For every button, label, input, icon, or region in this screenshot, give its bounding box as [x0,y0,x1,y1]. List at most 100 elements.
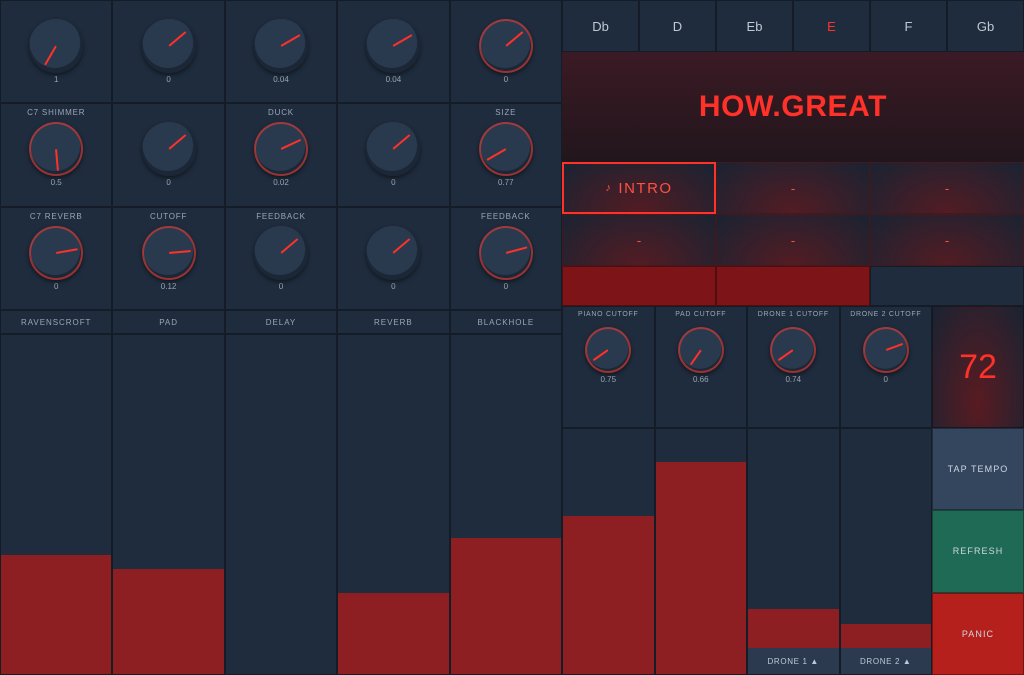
key-E[interactable]: E [793,0,870,52]
knob-cell[interactable]: C7 SHIMMER0.5 [0,103,112,206]
note-icon: ♪ [605,182,612,194]
knob-value: 0 [391,282,395,291]
channel-fader[interactable] [112,334,224,675]
channel-label: REVERB [337,310,449,334]
knob[interactable] [366,122,420,176]
key-D[interactable]: D [639,0,716,52]
key-F[interactable]: F [870,0,947,52]
knob[interactable] [29,122,83,176]
knob[interactable] [479,19,533,73]
section-slot[interactable]: - [716,214,870,266]
channel-label: RAVENSCROFT [0,310,112,334]
knob-value: 1 [54,75,58,84]
knob-value: 0 [54,282,58,291]
song-title: HOW.GREAT [562,52,1024,162]
channel-label: BLACKHOLE [450,310,562,334]
progress-cell [716,266,870,306]
knob-cell[interactable]: 0 [112,0,224,103]
action-buttons: TAP TEMPO REFRESH PANIC [932,428,1024,675]
knob-cell[interactable]: SIZE0.77 [450,103,562,206]
drone-fader[interactable]: DRONE 1 ▲ [747,428,840,675]
knob-label: PIANO CUTOFF [578,311,638,321]
key-Eb[interactable]: Eb [716,0,793,52]
knob-grid: 100.040.040C7 SHIMMER0.50DUCK0.020SIZE0.… [0,0,562,310]
knob[interactable] [142,122,196,176]
section-slot[interactable]: ♪INTRO [562,162,716,214]
knob-cell[interactable]: 0 [337,103,449,206]
channel-labels: RAVENSCROFTPADDELAYREVERBBLACKHOLE [0,310,562,334]
knob[interactable] [254,19,308,73]
knob-value: 0.04 [386,75,402,84]
knob-cell[interactable]: C7 REVERB0 [0,207,112,310]
knob-value: 0 [166,178,170,187]
knob[interactable] [366,19,420,73]
knob[interactable] [863,327,909,373]
knob-cell[interactable]: 0.04 [225,0,337,103]
knob-cell[interactable]: 1 [0,0,112,103]
knob[interactable] [770,327,816,373]
key-Db[interactable]: Db [562,0,639,52]
knob-value: 0 [166,75,170,84]
knob-value: 0.66 [693,375,709,384]
knob[interactable] [585,327,631,373]
knob-value: 0.12 [161,282,177,291]
knob[interactable] [142,226,196,280]
knob-value: 0.5 [51,178,62,187]
knob-value: 0.75 [600,375,616,384]
cutoff-cell[interactable]: DRONE 2 CUTOFF0 [840,306,933,428]
fader-caption[interactable]: DRONE 2 ▲ [841,648,932,674]
knob-cell[interactable]: 0 [450,0,562,103]
knob[interactable] [29,19,83,73]
channel-fader[interactable] [450,334,562,675]
refresh-button[interactable]: REFRESH [932,510,1024,592]
knob-cell[interactable]: 0 [337,207,449,310]
knob-cell[interactable]: FEEDBACK 0 [450,207,562,310]
channel-fader[interactable] [0,334,112,675]
cutoff-cell[interactable]: PIANO CUTOFF 0.75 [562,306,655,428]
progress-cell [562,266,716,306]
section-grid: ♪INTRO----- [562,162,1024,266]
cutoff-cell[interactable]: DRONE 1 CUTOFF0.74 [747,306,840,428]
tap-tempo-button[interactable]: TAP TEMPO [932,428,1024,510]
channel-fader[interactable] [225,334,337,675]
cutoff-cell[interactable]: PAD CUTOFF0.66 [655,306,748,428]
knob[interactable] [254,226,308,280]
progress-row [562,266,1024,306]
channel-fader[interactable] [337,334,449,675]
knob-label: FEEDBACK [481,212,531,222]
drone-fader[interactable] [655,428,748,675]
fader-caption[interactable]: DRONE 1 ▲ [748,648,839,674]
knob[interactable] [254,122,308,176]
key-selector: DbDEbEFGb [562,0,1024,52]
knob-label: FEEDBACK [256,212,306,222]
knob-cell[interactable]: 0 [112,103,224,206]
channel-faders [0,334,562,675]
bpm-display[interactable]: 72 [932,306,1024,428]
drone-fader[interactable]: DRONE 2 ▲ [840,428,933,675]
knob-cell[interactable]: DUCK0.02 [225,103,337,206]
knob[interactable] [678,327,724,373]
knob[interactable] [142,19,196,73]
key-Gb[interactable]: Gb [947,0,1024,52]
panic-button[interactable]: PANIC [932,593,1024,675]
bottom-faders: DRONE 1 ▲DRONE 2 ▲ [562,428,932,675]
left-panel: 100.040.040C7 SHIMMER0.50DUCK0.020SIZE0.… [0,0,562,675]
drone-fader[interactable] [562,428,655,675]
knob-value: 0.04 [273,75,289,84]
section-slot[interactable]: - [562,214,716,266]
knob-label: DRONE 2 CUTOFF [850,311,921,321]
knob-label: CUTOFF [150,212,187,222]
knob[interactable] [479,122,533,176]
knob-value: 0 [391,178,395,187]
section-slot[interactable]: - [870,162,1024,214]
section-slot[interactable]: - [716,162,870,214]
knob-cell[interactable]: CUTOFF 0.12 [112,207,224,310]
knob[interactable] [29,226,83,280]
cutoff-row: PIANO CUTOFF 0.75 PAD CUTOFF0.66DRONE 1 CU… [562,306,1024,428]
section-slot[interactable]: - [870,214,1024,266]
knob[interactable] [479,226,533,280]
knob-cell[interactable]: 0.04 [337,0,449,103]
knob-value: 0 [504,282,508,291]
knob[interactable] [366,226,420,280]
knob-cell[interactable]: FEEDBACK0 [225,207,337,310]
